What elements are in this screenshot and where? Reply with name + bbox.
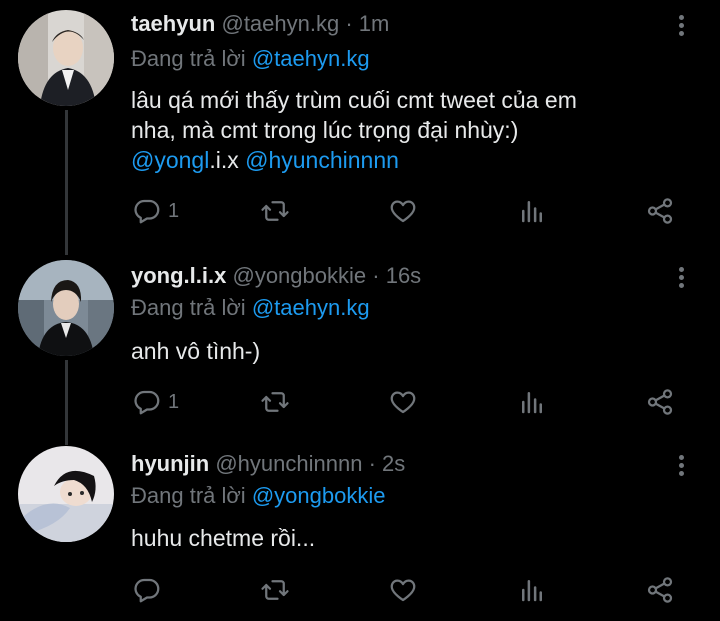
share-button[interactable] [645, 384, 675, 420]
share-button[interactable] [645, 193, 675, 229]
analytics-icon [522, 201, 542, 223]
tweet-text-line: huhu chetme rồi... [131, 525, 316, 551]
username[interactable]: @yongbokkie [232, 263, 366, 288]
tweet-text-line: lâu qá mới thấy trùm cuối cmt tweet của … [131, 87, 577, 113]
replying-to-label: Đang trả lời [131, 46, 246, 71]
heart-icon [390, 200, 416, 223]
separator-dot: · [345, 11, 353, 36]
views-button[interactable] [517, 384, 547, 420]
timestamp[interactable]: 2s [382, 451, 405, 476]
tweet-hyunjin[interactable]: hyunjin @hyunchinnnn · 2s Đang trả lời @… [0, 440, 720, 621]
retweet-icon [261, 201, 289, 221]
share-icon [647, 577, 673, 603]
analytics-icon [522, 392, 542, 414]
retweet-button[interactable] [260, 384, 290, 420]
separator-dot: · [368, 451, 376, 476]
like-button[interactable] [388, 193, 418, 229]
replying-to-mention[interactable]: @yongbokkie [252, 483, 386, 508]
display-name[interactable]: hyunjin [131, 451, 209, 476]
username[interactable]: @hyunchinnnn [215, 451, 362, 476]
tweet-header: taehyun @taehyn.kg · 1m [131, 11, 389, 37]
retweet-button[interactable] [260, 193, 290, 229]
replying-to: Đang trả lời @taehyn.kg [131, 295, 370, 321]
timestamp[interactable]: 16s [386, 263, 421, 288]
avatar-image [18, 260, 114, 356]
tweet-actions: 1 [0, 193, 720, 229]
tweet-yong[interactable]: yong.l.i.x @yongbokkie · 16s Đang trả lờ… [0, 256, 720, 436]
mention-link[interactable]: @hyunchinnnn [245, 147, 399, 173]
tweet-header: hyunjin @hyunchinnnn · 2s [131, 451, 405, 477]
reply-count: 1 [168, 199, 180, 222]
tweet-text-line: nha, mà cmt trong lúc trọng đại nhùy:) [131, 117, 519, 143]
reply-icon [134, 390, 160, 415]
retweet-button[interactable] [260, 572, 290, 608]
replying-to: Đang trả lời @taehyn.kg [131, 46, 370, 72]
avatar[interactable] [18, 260, 114, 356]
replying-to-mention[interactable]: @taehyn.kg [252, 295, 370, 320]
reply-button[interactable]: 1 [132, 384, 179, 420]
tweet-actions [0, 572, 720, 608]
heart-icon [390, 579, 416, 602]
views-button[interactable] [517, 572, 547, 608]
replying-to-label: Đang trả lời [131, 295, 246, 320]
reply-icon [134, 578, 160, 603]
replying-to: Đang trả lời @yongbokkie [131, 483, 385, 509]
reply-button[interactable]: 1 [132, 193, 179, 229]
more-vertical-icon[interactable] [670, 12, 692, 40]
tweet-text: lâu qá mới thấy trùm cuối cmt tweet của … [131, 85, 691, 175]
avatar-image [18, 10, 114, 106]
display-name[interactable]: yong.l.i.x [131, 263, 226, 288]
mention-text: .i.x [209, 147, 239, 173]
tweet-taehyun[interactable]: taehyun @taehyn.kg · 1m Đang trả lời @ta… [0, 0, 720, 240]
avatar[interactable] [18, 10, 114, 106]
tweet-header: yong.l.i.x @yongbokkie · 16s [131, 263, 421, 289]
heart-icon [390, 391, 416, 414]
reply-icon [134, 199, 160, 224]
replying-to-mention[interactable]: @taehyn.kg [252, 46, 370, 71]
like-button[interactable] [388, 384, 418, 420]
retweet-icon [261, 392, 289, 412]
separator-dot: · [372, 263, 380, 288]
more-vertical-icon[interactable] [670, 452, 692, 480]
tweet-text: anh vô tình-) [131, 336, 691, 366]
like-button[interactable] [388, 572, 418, 608]
timestamp[interactable]: 1m [359, 11, 390, 36]
mention-link[interactable]: @yongl [131, 147, 209, 173]
retweet-icon [261, 580, 289, 600]
views-button[interactable] [517, 193, 547, 229]
analytics-icon [522, 580, 542, 602]
display-name[interactable]: taehyun [131, 11, 215, 36]
avatar[interactable] [18, 446, 114, 542]
tweet-text-line: anh vô tình-) [131, 338, 261, 364]
tweet-text: huhu chetme rồi... [131, 523, 691, 553]
tweet-actions: 1 [0, 384, 720, 420]
more-vertical-icon[interactable] [670, 264, 692, 292]
share-icon [647, 198, 673, 224]
reply-count: 1 [168, 390, 180, 413]
share-icon [647, 389, 673, 415]
replying-to-label: Đang trả lời [131, 483, 246, 508]
tweet-mentions-line: @yongl.i.x @hyunchinnnn [131, 145, 691, 175]
reply-button[interactable] [132, 572, 168, 608]
share-button[interactable] [645, 572, 675, 608]
username[interactable]: @taehyn.kg [221, 11, 339, 36]
avatar-image [18, 446, 114, 542]
